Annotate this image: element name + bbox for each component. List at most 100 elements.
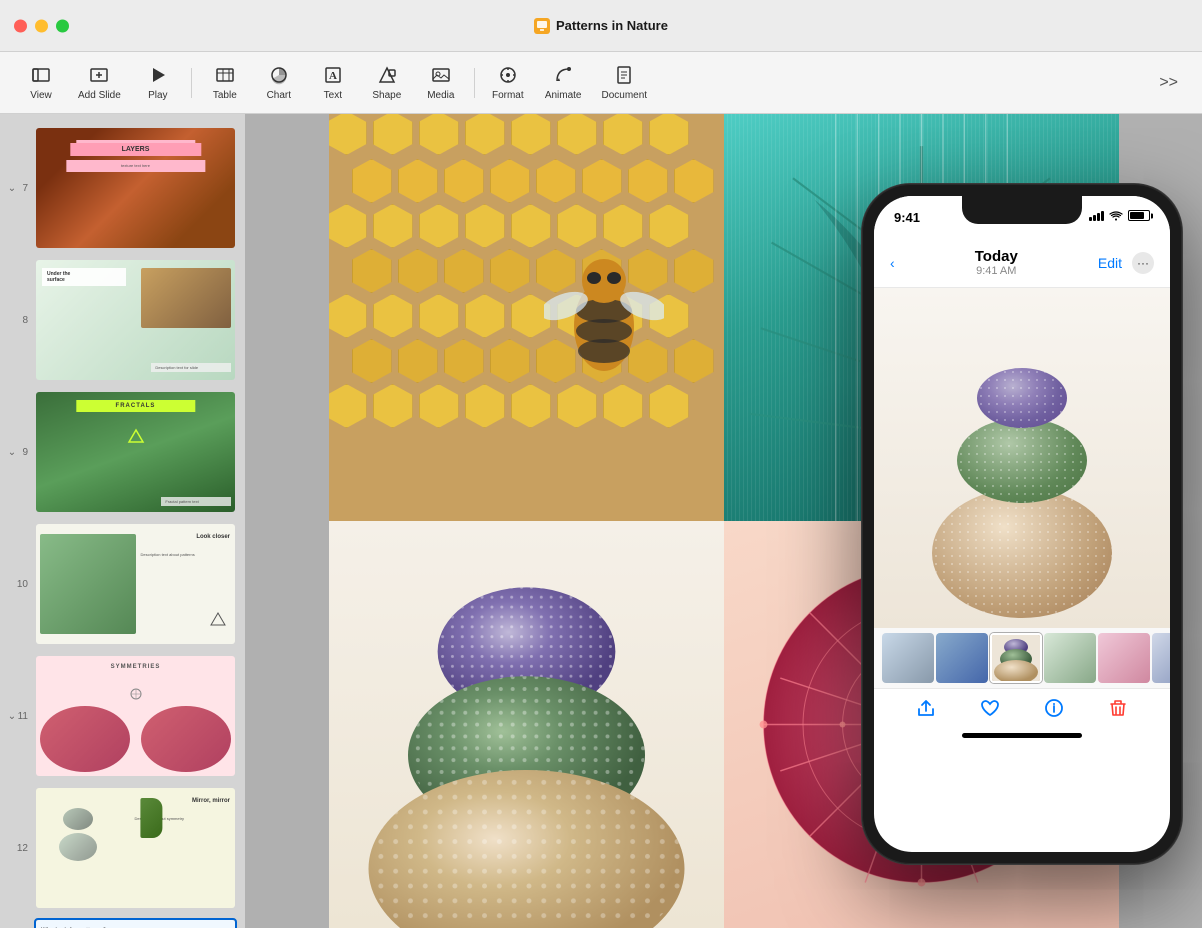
slide-number-12: 12 [8,843,28,854]
toolbar-media-button[interactable]: Media [416,61,466,105]
wifi-icon [1109,211,1123,221]
slide-thumbnail-11: SYMMETRIES [36,656,235,776]
animate-label: Animate [545,90,582,101]
chart-label: Chart [267,90,291,101]
slide-thumb-8[interactable]: Under thesurface Description text for sl… [34,258,237,382]
phone-frame: 9:41 [862,184,1182,864]
collapse-icon-11[interactable]: ⌄ [2,711,22,722]
collapse-icon-9[interactable]: ⌄ [2,447,22,458]
toolbar-view-button[interactable]: View [16,61,66,105]
photos-title-group: Today 9:41 AM [975,248,1018,277]
toolbar-shape-button[interactable]: Shape [362,61,412,105]
phone-notch [962,196,1082,224]
thumb-strip-item-3[interactable] [990,633,1042,683]
thumb-strip-item-2[interactable] [936,633,988,683]
photos-share-button[interactable] [915,697,937,719]
canvas-area: 9:41 [245,114,1202,928]
signal-bar-1 [1089,217,1092,221]
document-label: Document [602,90,648,101]
thumb-strip-item-4[interactable] [1044,633,1096,683]
photos-actions: Edit ··· [1098,252,1154,274]
photos-more-button[interactable]: ··· [1132,252,1154,274]
slide-cell-honeycomb [329,114,724,521]
slide-number-8: 8 [8,315,28,326]
slide-item-7[interactable]: ⌄ 7 LAYERS texture text here [0,122,245,254]
view-icon [31,65,51,88]
slide-thumbnail-9: FRACTALS Fractal pattern text [36,392,235,512]
slide-thumbnail-10: Look closer Description text about patte… [36,524,235,644]
photos-favorite-button[interactable] [979,697,1001,719]
table-label: Table [213,90,237,101]
slide-item-13[interactable]: 13 Why look for patterns? Description ab… [0,914,245,928]
play-icon [148,65,168,88]
slide-thumb-7[interactable]: LAYERS texture text here [34,126,237,250]
photos-info-button[interactable] [1043,697,1065,719]
slide-item-10[interactable]: 10 Look closer Description text about pa… [0,518,245,650]
slide-thumb-9[interactable]: FRACTALS Fractal pattern text [34,390,237,514]
format-label: Format [492,90,524,101]
slide-item-12[interactable]: 12 Mirror, mirror Description about symm… [0,782,245,914]
collapse-icon-7[interactable]: ⌄ [2,183,22,194]
toolbar-more-button[interactable]: >> [1151,70,1186,96]
thumb-strip-item-1[interactable] [882,633,934,683]
title-text: Patterns in Nature [556,18,668,33]
media-icon [431,65,451,88]
titlebar: Patterns in Nature [0,0,1202,52]
photos-edit-button[interactable]: Edit [1098,255,1122,271]
photos-toolbar [874,688,1170,727]
phone-urchin-top [977,368,1067,428]
thumb-strip-item-6[interactable] [1152,633,1170,683]
toolbar-document-button[interactable]: Document [594,61,656,105]
battery-icon [1128,210,1150,221]
toolbar-separator-1 [191,68,192,98]
photos-section-title: Today [975,248,1018,265]
signal-bar-2 [1093,215,1096,221]
signal-icon [1089,211,1104,221]
signal-bar-3 [1097,213,1100,221]
slides-sidebar[interactable]: ⌄ 7 LAYERS texture text here 8 Under the… [0,114,245,928]
toolbar-play-button[interactable]: Play [133,61,183,105]
home-indicator [874,727,1170,742]
phone-time: 9:41 [894,210,920,225]
slide-cell-urchins [329,521,724,928]
photos-thumb-strip[interactable] [874,628,1170,688]
slide-thumb-11[interactable]: SYMMETRIES [34,654,237,778]
toolbar-add-slide-button[interactable]: Add Slide [70,61,129,105]
photos-nav: ‹ Today 9:41 AM Edit ··· [890,248,1154,277]
maximize-button[interactable] [56,19,69,32]
chart-icon [269,65,289,88]
more-icon: ··· [1137,256,1149,270]
photos-back-button[interactable]: ‹ [890,255,895,271]
document-icon [614,65,634,88]
battery-tip [1151,213,1153,218]
slide-thumb-12[interactable]: Mirror, mirror Description about symmetr… [34,786,237,910]
phone-status-icons [1089,210,1150,221]
slide-thumb-13[interactable]: Why look for patterns? Description about… [34,918,237,928]
slide-item-9[interactable]: ⌄ 9 FRACTALS Fractal pattern text [0,386,245,518]
slide-item-8[interactable]: 8 Under thesurface Description text for … [0,254,245,386]
format-icon [498,65,518,88]
toolbar-table-button[interactable]: Table [200,61,250,105]
svg-text:A: A [329,70,337,82]
toolbar-format-button[interactable]: Format [483,61,533,105]
thumb-strip-item-5[interactable] [1098,633,1150,683]
bee-image [544,236,664,396]
close-button[interactable] [14,19,27,32]
phone-urchin-stack [932,288,1112,628]
photos-delete-button[interactable] [1107,697,1129,719]
toolbar-text-button[interactable]: A Text [308,61,358,105]
phone-screen: 9:41 [874,196,1170,852]
keynote-icon [534,18,550,34]
slide-item-11[interactable]: ⌄ 11 SYMMETRIES [0,650,245,782]
battery-fill [1130,212,1144,219]
minimize-button[interactable] [35,19,48,32]
home-bar [962,733,1082,738]
slide-number-10: 10 [8,579,28,590]
toolbar-animate-button[interactable]: Animate [537,61,590,105]
toolbar: View Add Slide Play [0,52,1202,114]
toolbar-chart-button[interactable]: Chart [254,61,304,105]
text-icon: A [323,65,343,88]
slide-thumb-10[interactable]: Look closer Description text about patte… [34,522,237,646]
window-title: Patterns in Nature [534,18,668,34]
hex-container [329,114,724,521]
